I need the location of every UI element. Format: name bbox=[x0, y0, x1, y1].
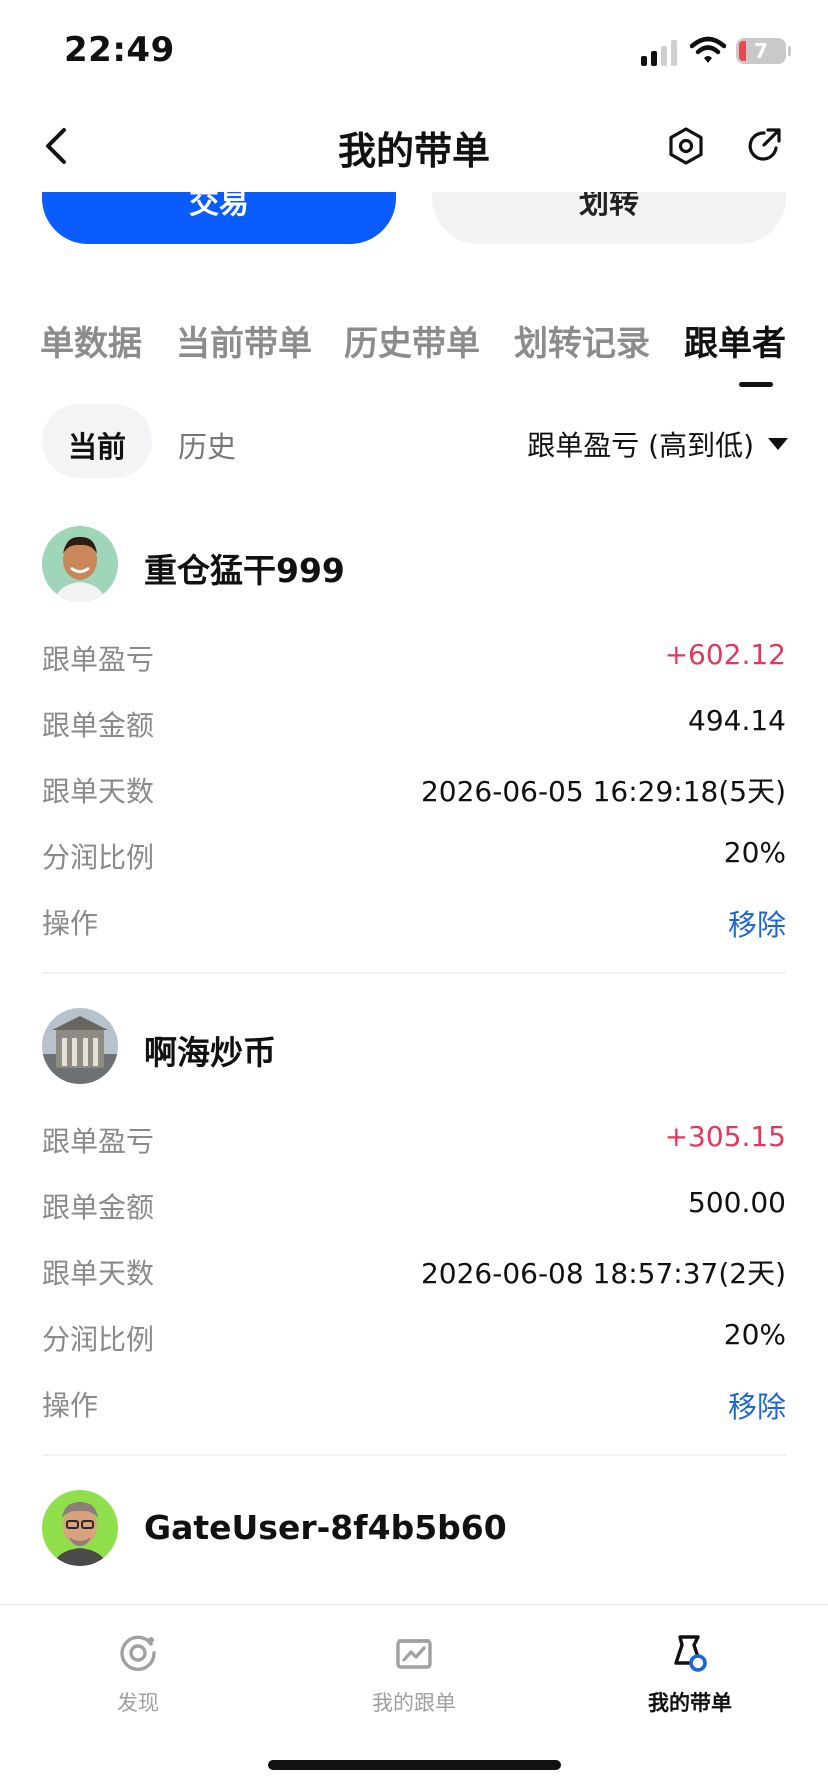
follower-card: 重仓猛干999 跟单盈亏 +602.12 跟单金额 494.14 跟单天数 20… bbox=[42, 526, 786, 942]
divider bbox=[42, 1454, 786, 1456]
follower-header: 重仓猛干999 bbox=[42, 526, 786, 602]
share-ratio-label: 分润比例 bbox=[42, 841, 155, 874]
bottom-tab-my-copy[interactable]: 我的跟单 bbox=[324, 1633, 504, 1723]
follower-name: GateUser-8f4b5b60 bbox=[144, 1508, 507, 1547]
segment-current[interactable]: 当前 bbox=[42, 424, 152, 466]
follower-header: GateUser-8f4b5b60 bbox=[42, 1490, 786, 1566]
sort-label: 跟单盈亏 (高到低) bbox=[527, 429, 754, 462]
share-icon[interactable] bbox=[744, 126, 784, 166]
share-ratio-row: 分润比例 20% bbox=[42, 1318, 786, 1358]
pnl-value: +602.12 bbox=[664, 638, 786, 671]
amount-row: 跟单金额 494.14 bbox=[42, 704, 786, 744]
battery-level: 7 bbox=[754, 39, 768, 63]
bottom-tab-label: 我的带单 bbox=[648, 1691, 732, 1715]
days-label: 跟单天数 bbox=[42, 1257, 155, 1290]
home-indicator bbox=[268, 1760, 561, 1770]
operation-row: 操作 移除 bbox=[42, 902, 786, 942]
follower-name: 啊海炒币 bbox=[144, 1033, 276, 1072]
pnl-value: +305.15 bbox=[664, 1120, 786, 1153]
tab-current-lead[interactable]: 当前带单 bbox=[176, 316, 312, 365]
follower-card: GateUser-8f4b5b60 bbox=[42, 1490, 786, 1566]
battery-icon: 7 bbox=[736, 38, 786, 64]
tab-transfer-records[interactable]: 划转记录 bbox=[514, 316, 650, 365]
operation-row: 操作 移除 bbox=[42, 1384, 786, 1424]
page-title: 我的带单 bbox=[337, 129, 490, 173]
avatar[interactable] bbox=[42, 526, 118, 602]
bottom-tab-label: 我的跟单 bbox=[372, 1691, 456, 1715]
amount-value: 494.14 bbox=[688, 704, 786, 737]
status-bar: 22:49 7 bbox=[0, 0, 828, 100]
pnl-label: 跟单盈亏 bbox=[42, 1125, 155, 1158]
bottom-tab-label: 发现 bbox=[117, 1691, 159, 1715]
status-time: 22:49 bbox=[64, 30, 175, 70]
remove-button[interactable]: 移除 bbox=[728, 902, 786, 944]
tab-order-data[interactable]: 单数据 bbox=[40, 316, 142, 365]
amount-value: 500.00 bbox=[688, 1186, 786, 1219]
remove-button[interactable]: 移除 bbox=[728, 1384, 786, 1426]
tab-bar: 单数据 当前带单 历史带单 划转记录 跟单者 bbox=[0, 316, 828, 390]
nav-bar: 我的带单 bbox=[0, 100, 828, 192]
days-value: 2026-06-08 18:57:37(2天) bbox=[420, 1257, 786, 1290]
copy-trading-icon bbox=[396, 1639, 432, 1669]
days-row: 跟单天数 2026-06-08 18:57:37(2天) bbox=[42, 1252, 786, 1292]
follower-card: 啊海炒币 跟单盈亏 +305.15 跟单金额 500.00 跟单天数 2026-… bbox=[42, 1008, 786, 1424]
avatar[interactable] bbox=[42, 1008, 118, 1084]
signal-icon bbox=[641, 40, 679, 66]
lead-trading-icon bbox=[674, 1635, 707, 1672]
wifi-icon bbox=[690, 36, 726, 63]
follower-name: 重仓猛干999 bbox=[144, 551, 345, 590]
hexagon-settings-icon[interactable] bbox=[666, 126, 706, 166]
share-ratio-value: 20% bbox=[723, 836, 786, 869]
battery-cap bbox=[788, 46, 791, 56]
share-ratio-label: 分润比例 bbox=[42, 1323, 155, 1356]
amount-row: 跟单金额 500.00 bbox=[42, 1186, 786, 1226]
pnl-label: 跟单盈亏 bbox=[42, 643, 155, 676]
bottom-tab-discover[interactable]: 发现 bbox=[48, 1633, 228, 1723]
amount-label: 跟单金额 bbox=[42, 709, 155, 742]
share-ratio-row: 分润比例 20% bbox=[42, 836, 786, 876]
operation-label: 操作 bbox=[42, 907, 99, 940]
amount-label: 跟单金额 bbox=[42, 1191, 155, 1224]
tab-active-indicator bbox=[739, 382, 773, 387]
days-label: 跟单天数 bbox=[42, 775, 155, 808]
tab-followers[interactable]: 跟单者 bbox=[684, 316, 786, 365]
days-value: 2026-06-05 16:29:18(5天) bbox=[420, 775, 786, 808]
days-row: 跟单天数 2026-06-05 16:29:18(5天) bbox=[42, 770, 786, 810]
caret-down-icon bbox=[768, 438, 788, 450]
divider bbox=[42, 972, 786, 974]
avatar[interactable] bbox=[42, 1490, 118, 1566]
follower-header: 啊海炒币 bbox=[42, 1008, 786, 1084]
segment-history[interactable]: 历史 bbox=[178, 424, 236, 466]
share-ratio-value: 20% bbox=[723, 1318, 786, 1351]
operation-label: 操作 bbox=[42, 1389, 99, 1422]
bottom-tab-my-lead[interactable]: 我的带单 bbox=[600, 1633, 780, 1723]
chevron-left-icon[interactable] bbox=[36, 122, 80, 170]
discover-icon bbox=[120, 1635, 156, 1672]
pnl-row: 跟单盈亏 +305.15 bbox=[42, 1120, 786, 1160]
tab-history-lead[interactable]: 历史带单 bbox=[344, 316, 480, 365]
pnl-row: 跟单盈亏 +602.12 bbox=[42, 638, 786, 678]
sort-dropdown[interactable]: 跟单盈亏 (高到低) bbox=[508, 424, 788, 464]
